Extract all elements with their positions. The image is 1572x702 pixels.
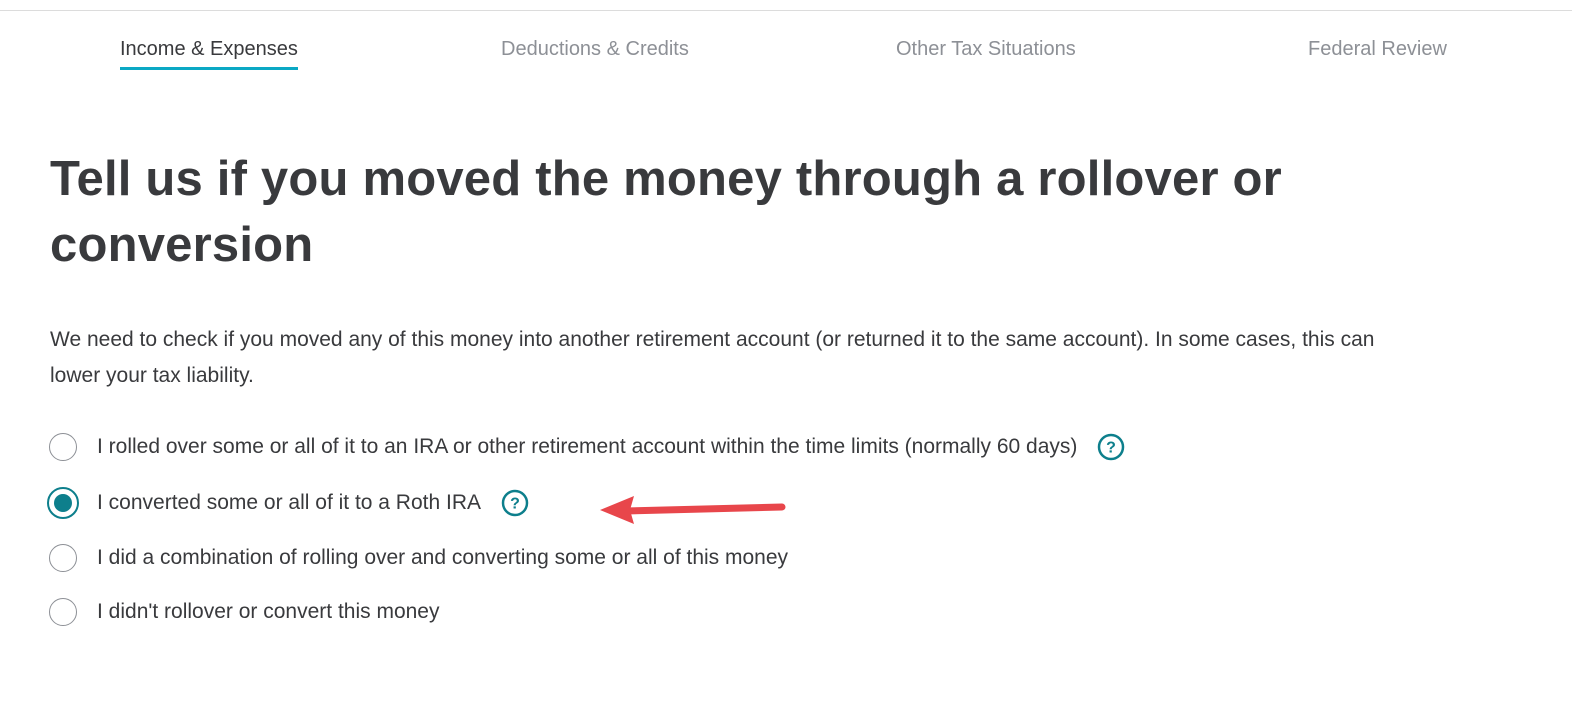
tab-income-expenses[interactable]: Income & Expenses (120, 36, 298, 70)
red-arrow-icon (600, 496, 786, 524)
radio-button[interactable] (49, 544, 77, 572)
svg-text:?: ? (510, 496, 520, 513)
progress-tabs: Income & Expenses Deductions & Credits O… (0, 0, 1572, 80)
question-circle-icon[interactable]: ? (501, 489, 529, 517)
question-circle-icon[interactable]: ? (1097, 433, 1125, 461)
option-converted-roth[interactable]: I converted some or all of it to a Roth … (47, 486, 529, 520)
page-description: We need to check if you moved any of thi… (50, 328, 1375, 387)
option-combination[interactable]: I did a combination of rolling over and … (49, 541, 788, 575)
svg-text:?: ? (1107, 440, 1117, 457)
option-label: I didn't rollover or convert this money (97, 600, 440, 623)
option-label: I converted some or all of it to a Roth … (97, 491, 482, 514)
tab-federal-review[interactable]: Federal Review (1308, 36, 1447, 62)
option-label: I rolled over some or all of it to an IR… (97, 435, 1078, 458)
radio-button[interactable] (49, 598, 77, 626)
radio-button-selected[interactable] (47, 487, 79, 519)
option-rolled-over[interactable]: I rolled over some or all of it to an IR… (49, 430, 1125, 464)
option-no-rollover[interactable]: I didn't rollover or convert this money (49, 595, 440, 629)
tab-other-tax-situations[interactable]: Other Tax Situations (896, 36, 1076, 62)
option-label: I did a combination of rolling over and … (97, 546, 789, 569)
tab-deductions-credits[interactable]: Deductions & Credits (501, 36, 689, 62)
page-title: Tell us if you moved the money through a… (50, 152, 1282, 272)
radio-button[interactable] (49, 433, 77, 461)
